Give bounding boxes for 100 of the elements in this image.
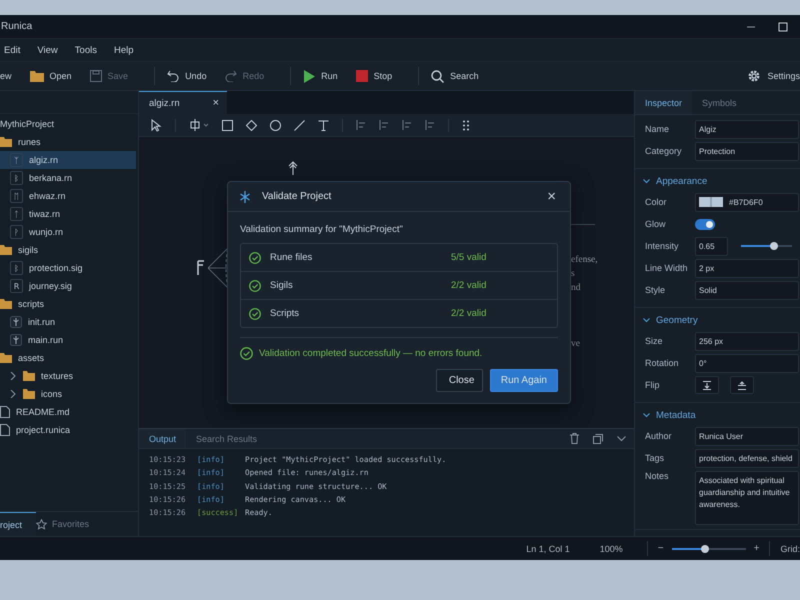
grid-icon[interactable] [462, 120, 470, 130]
align-icon[interactable] [356, 120, 366, 130]
tree-item[interactable]: MythicProject [0, 115, 136, 133]
tree-item[interactable]: R journey.sig [0, 277, 136, 295]
tree-label: journey.sig [29, 281, 72, 291]
tree-item[interactable]: ᛒ berkana.rn [0, 169, 136, 187]
folder-icon [0, 353, 12, 363]
line-icon[interactable] [294, 120, 305, 130]
zoom-out-button[interactable]: − [658, 543, 664, 554]
inspector-tab[interactable]: Inspector [635, 91, 692, 114]
dialog-button[interactable]: Close [436, 369, 483, 392]
chevron-icon [643, 318, 650, 323]
toolbar-button[interactable]: Stop [356, 68, 398, 84]
glow-toggle[interactable] [695, 218, 715, 230]
tree-item[interactable]: ᛒ protection.sig [0, 259, 136, 277]
slider-thumb[interactable] [770, 242, 778, 250]
tree-item[interactable]: icons [0, 385, 136, 403]
align-icon[interactable] [402, 120, 412, 130]
check-result: 2/2 valid [451, 280, 486, 291]
check-label: Scripts [270, 308, 300, 319]
tree-label: sigils [18, 245, 38, 255]
flip-horizontal-button[interactable] [730, 376, 754, 394]
property-field[interactable]: 2 px [695, 258, 799, 278]
inspector-tab[interactable]: Symbols [692, 91, 747, 114]
notes-field[interactable]: Associated with spiritual guardianship and intuitive awareness. [695, 471, 799, 525]
tree-item[interactable]: ᚹ wunjo.rn [0, 223, 136, 241]
toolbar-button[interactable]: ew [0, 69, 18, 83]
property-field[interactable]: protection, defense, shield [695, 448, 799, 468]
search-icon [431, 70, 444, 82]
tree-item[interactable]: scripts [0, 295, 136, 313]
output-tab[interactable]: Search Results [186, 429, 268, 448]
color-field[interactable]: #B7D6F0 [695, 192, 799, 212]
menu-item[interactable]: Tools [74, 44, 97, 56]
tree-item[interactable]: init.run [0, 313, 136, 331]
section-header[interactable]: Appearance [635, 172, 800, 191]
rune-glyph: ᚹ [10, 225, 23, 239]
align-dropdown-icon[interactable] [189, 119, 209, 131]
menu-item[interactable]: Edit [4, 44, 20, 56]
property-label: Author [645, 431, 673, 441]
text-tool-icon[interactable] [318, 120, 329, 130]
toolbar-button[interactable]: Run [303, 68, 344, 84]
script-icon [10, 316, 22, 328]
toolbar-button[interactable]: Undo [167, 68, 213, 84]
property-field[interactable]: Solid [695, 280, 799, 300]
menu-item[interactable]: View [37, 44, 58, 56]
zoom-in-button[interactable]: + [754, 543, 760, 554]
check-circle-icon [249, 308, 261, 320]
tree-item[interactable]: textures [0, 367, 136, 385]
settings-icon [747, 69, 762, 83]
section-header[interactable]: Metadata [635, 406, 800, 425]
diamond-icon[interactable] [246, 120, 257, 130]
circle-icon[interactable] [270, 120, 281, 130]
tree-item[interactable]: ᛉ algiz.rn [0, 151, 136, 169]
close-button[interactable]: × [547, 188, 556, 205]
property-label: Line Width [645, 263, 689, 273]
check-label: Sigils [270, 280, 294, 291]
maximize-icon[interactable] [778, 22, 788, 32]
pointer-icon[interactable] [151, 118, 162, 132]
grid-label: Grid: [780, 544, 800, 554]
trash-icon[interactable] [570, 433, 579, 444]
close-tab-button[interactable]: × [212, 97, 219, 109]
panel-tab[interactable]: roject [0, 512, 36, 536]
canvas-text: ve [571, 339, 580, 349]
editor-tab[interactable]: algiz.rn × [139, 91, 227, 114]
check-circle-icon [249, 280, 261, 292]
redo-icon [224, 70, 237, 82]
tree-item[interactable]: ᛖ ehwaz.rn [0, 187, 136, 205]
canvas-text: nd [571, 283, 580, 293]
toolbar-button[interactable]: Search [431, 68, 485, 84]
copy-icon[interactable] [593, 434, 603, 444]
tree-item[interactable]: main.run [0, 331, 136, 349]
property-field[interactable]: Protection [695, 142, 799, 160]
align-icon[interactable] [425, 120, 435, 130]
align-icon[interactable] [379, 120, 389, 130]
dialog-title: Validate Project [262, 191, 332, 202]
rectangle-icon[interactable] [222, 120, 233, 130]
tree-label: README.md [16, 407, 70, 417]
property-field[interactable]: 0° [695, 354, 799, 372]
chevron-down-icon[interactable] [617, 436, 626, 442]
tree-item[interactable]: README.md [0, 403, 136, 421]
panel-tab[interactable]: Favorites [36, 512, 102, 536]
flip-vertical-button[interactable] [695, 376, 719, 394]
output-tab[interactable]: Output [139, 429, 186, 448]
window-title: Runica [0, 21, 32, 32]
tree-item[interactable]: ᛏ tiwaz.rn [0, 205, 136, 223]
section-header[interactable]: Geometry [635, 311, 800, 330]
toolbar-button[interactable]: Open [30, 68, 78, 84]
settings-button[interactable]: Settings [747, 67, 800, 85]
tree-item[interactable]: project.runica [0, 421, 136, 439]
tree-item[interactable]: runes [0, 133, 136, 151]
intensity-field[interactable]: 0.65 [695, 236, 728, 256]
property-field[interactable]: Runica User [695, 426, 799, 446]
property-field[interactable]: 256 px [695, 332, 799, 350]
tree-label: scripts [18, 299, 44, 309]
menu-item[interactable]: Help [114, 44, 134, 56]
property-label: Tags [645, 453, 666, 463]
zoom-slider-thumb[interactable] [700, 544, 709, 552]
tree-item[interactable]: assets [0, 349, 136, 367]
tree-item[interactable]: sigils [0, 241, 136, 259]
property-field[interactable]: Algiz [695, 120, 799, 138]
